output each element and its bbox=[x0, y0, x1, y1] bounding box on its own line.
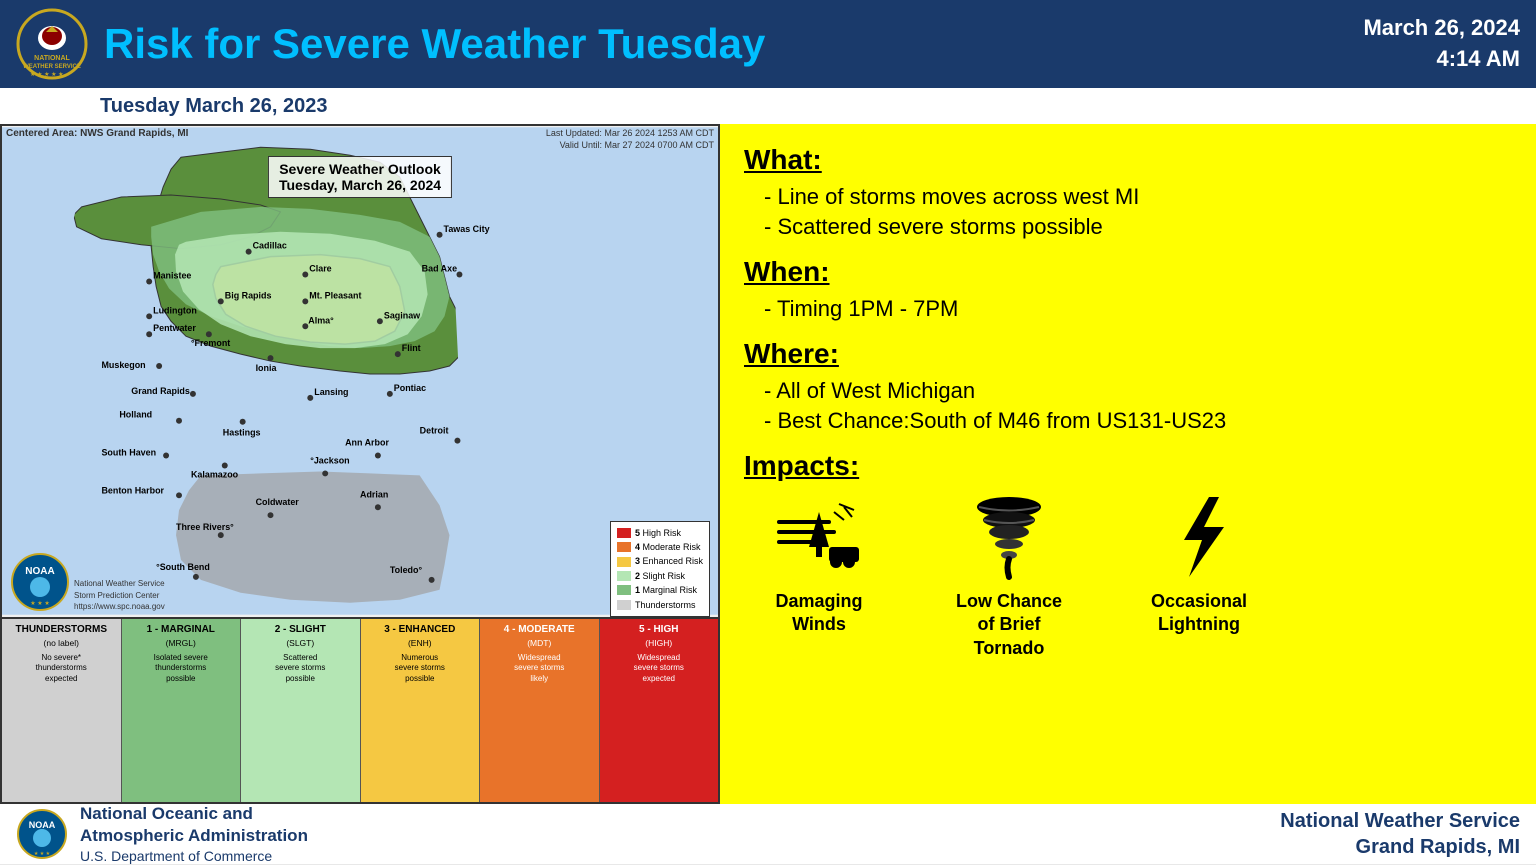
svg-text:Lansing: Lansing bbox=[314, 387, 348, 397]
legend-item-marginal: 1 Marginal Risk bbox=[617, 583, 703, 597]
impact-tornado: Low Chanceof BriefTornado bbox=[934, 492, 1084, 660]
svg-text:Mt. Pleasant: Mt. Pleasant bbox=[309, 290, 361, 300]
svg-text:★ ★ ★: ★ ★ ★ bbox=[34, 851, 51, 857]
header-date: March 26, 2024 bbox=[1363, 13, 1520, 44]
risk-bar: THUNDERSTORMS (no label) No severe*thund… bbox=[2, 617, 718, 802]
svg-text:Big Rapids: Big Rapids bbox=[225, 290, 272, 300]
noaa-map-logo: NOAA ★ ★ ★ bbox=[10, 552, 70, 612]
tornado-icon bbox=[964, 492, 1054, 582]
svg-text:Toledo°: Toledo° bbox=[390, 565, 423, 575]
impact-lightning: OccasionalLightning bbox=[1124, 492, 1274, 637]
impacts-row: DamagingWinds Low Chanceof BriefTornado bbox=[744, 492, 1512, 660]
legend-item-thunderstorms: Thunderstorms bbox=[617, 598, 703, 612]
where-item-1: All of West Michigan bbox=[744, 378, 1512, 404]
map-outlook-title: Severe Weather Outlook Tuesday, March 26… bbox=[268, 156, 452, 198]
legend-item-moderate: 4 Moderate Risk bbox=[617, 540, 703, 554]
svg-text:°Jackson: °Jackson bbox=[310, 455, 349, 465]
svg-text:Manistee: Manistee bbox=[153, 271, 191, 281]
page-title: Risk for Severe Weather Tuesday bbox=[104, 20, 1363, 68]
legend-item-high: 5 High Risk bbox=[617, 526, 703, 540]
svg-text:Three Rivers°: Three Rivers° bbox=[176, 522, 234, 532]
svg-text:★ ★ ★: ★ ★ ★ bbox=[30, 600, 49, 607]
svg-text:Ionia: Ionia bbox=[256, 363, 278, 373]
svg-text:Pontiac: Pontiac bbox=[394, 383, 426, 393]
map-attribution: National Weather Service Storm Predictio… bbox=[74, 578, 165, 612]
svg-text:NOAA: NOAA bbox=[25, 566, 54, 577]
risk-col-marginal: 1 - MARGINAL (MRGL) Isolated severethund… bbox=[122, 619, 242, 802]
svg-text:Flint: Flint bbox=[402, 343, 421, 353]
svg-text:NATIONAL: NATIONAL bbox=[34, 55, 70, 62]
sub-header: Tuesday March 26, 2023 bbox=[0, 88, 1536, 124]
svg-text:Grand Rapids: Grand Rapids bbox=[131, 386, 190, 396]
svg-text:Detroit: Detroit bbox=[420, 426, 449, 436]
when-title: When: bbox=[744, 256, 1512, 288]
svg-text:°Fremont: °Fremont bbox=[191, 338, 230, 348]
legend-item-enhanced: 3 Enhanced Risk bbox=[617, 554, 703, 568]
svg-text:Clare: Clare bbox=[309, 264, 331, 274]
svg-text:Pentwater: Pentwater bbox=[153, 323, 196, 333]
header-time: 4:14 AM bbox=[1363, 44, 1520, 75]
svg-text:South Haven: South Haven bbox=[101, 448, 156, 458]
sub-header-date: Tuesday March 26, 2023 bbox=[100, 95, 328, 118]
info-panel: What: Line of storms moves across west M… bbox=[720, 124, 1536, 804]
risk-col-enhanced: 3 - ENHANCED (ENH) Numeroussevere storms… bbox=[361, 619, 481, 802]
header-datetime: March 26, 2024 4:14 AM bbox=[1363, 13, 1520, 75]
where-list: All of West Michigan Best Chance:South o… bbox=[744, 378, 1512, 434]
when-list: Timing 1PM - 7PM bbox=[744, 296, 1512, 322]
footer: NOAA ★ ★ ★ National Oceanic and Atmosphe… bbox=[0, 804, 1536, 864]
impact-damaging-winds: DamagingWinds bbox=[744, 492, 894, 637]
svg-text:WEATHER SERVICE: WEATHER SERVICE bbox=[23, 64, 81, 70]
svg-text:Tawas City: Tawas City bbox=[444, 224, 490, 234]
risk-col-high: 5 - HIGH (HIGH) Widespreadsevere stormse… bbox=[600, 619, 719, 802]
impacts-title: Impacts: bbox=[744, 450, 1512, 482]
where-title: Where: bbox=[744, 338, 1512, 370]
svg-text:Muskegon: Muskegon bbox=[101, 360, 145, 370]
svg-text:Adrian: Adrian bbox=[360, 489, 388, 499]
svg-text:Coldwater: Coldwater bbox=[256, 497, 300, 507]
footer-org: National Oceanic and Atmospheric Adminis… bbox=[80, 803, 308, 865]
svg-text:Saginaw: Saginaw bbox=[384, 310, 420, 320]
when-item-1: Timing 1PM - 7PM bbox=[744, 296, 1512, 322]
footer-org-name: National Oceanic and Atmospheric Adminis… bbox=[80, 803, 308, 847]
lightning-icon bbox=[1154, 492, 1244, 582]
wind-label: DamagingWinds bbox=[775, 590, 862, 637]
risk-col-slight: 2 - SLIGHT (SLGT) Scatteredsevere storms… bbox=[241, 619, 361, 802]
map-section: Centered Area: NWS Grand Rapids, MI Last… bbox=[0, 124, 720, 804]
map-centered-area: Centered Area: NWS Grand Rapids, MI bbox=[6, 128, 188, 139]
nws-logo: NATIONAL WEATHER SERVICE ★ ★ ★ ★ ★ bbox=[16, 8, 88, 80]
svg-text:°South Bend: °South Bend bbox=[156, 562, 210, 572]
what-item-2: Scattered severe storms possible bbox=[744, 214, 1512, 240]
svg-text:Benton Harbor: Benton Harbor bbox=[101, 485, 164, 495]
risk-legend: 5 High Risk 4 Moderate Risk 3 Enhanced R… bbox=[610, 521, 710, 617]
what-title: What: bbox=[744, 144, 1512, 176]
svg-text:Cadillac: Cadillac bbox=[253, 241, 287, 251]
legend-item-slight: 2 Slight Risk bbox=[617, 569, 703, 583]
main-content: Centered Area: NWS Grand Rapids, MI Last… bbox=[0, 124, 1536, 804]
lightning-label: OccasionalLightning bbox=[1151, 590, 1247, 637]
what-item-1: Line of storms moves across west MI bbox=[744, 184, 1512, 210]
what-list: Line of storms moves across west MI Scat… bbox=[744, 184, 1512, 240]
risk-col-thunderstorms: THUNDERSTORMS (no label) No severe*thund… bbox=[2, 619, 122, 802]
svg-text:Ann Arbor: Ann Arbor bbox=[345, 438, 389, 448]
map-last-updated: Last Updated: Mar 26 2024 1253 AM CDT Va… bbox=[546, 128, 714, 151]
svg-text:Ludington: Ludington bbox=[153, 305, 197, 315]
footer-org-sub: U.S. Department of Commerce bbox=[80, 847, 308, 865]
tornado-label: Low Chanceof BriefTornado bbox=[956, 590, 1062, 660]
svg-text:Kalamazoo: Kalamazoo bbox=[191, 469, 239, 479]
noaa-footer-logo: NOAA ★ ★ ★ bbox=[16, 808, 68, 860]
header: NATIONAL WEATHER SERVICE ★ ★ ★ ★ ★ Risk … bbox=[0, 0, 1536, 88]
where-item-2: Best Chance:South of M46 from US131-US23 bbox=[744, 408, 1512, 434]
footer-nws-name: National Weather Service Grand Rapids, M… bbox=[1280, 808, 1520, 860]
svg-text:Alma°: Alma° bbox=[308, 315, 334, 325]
risk-col-moderate: 4 - MODERATE (MDT) Widespreadsevere stor… bbox=[480, 619, 600, 802]
footer-right: National Weather Service Grand Rapids, M… bbox=[1280, 808, 1520, 860]
wind-icon bbox=[774, 492, 864, 582]
svg-text:Bad Axe: Bad Axe bbox=[422, 264, 457, 274]
svg-text:Hastings: Hastings bbox=[223, 428, 261, 438]
svg-text:★ ★ ★ ★ ★: ★ ★ ★ ★ ★ bbox=[30, 71, 64, 78]
svg-text:Holland: Holland bbox=[119, 410, 152, 420]
svg-text:NOAA: NOAA bbox=[29, 820, 56, 830]
